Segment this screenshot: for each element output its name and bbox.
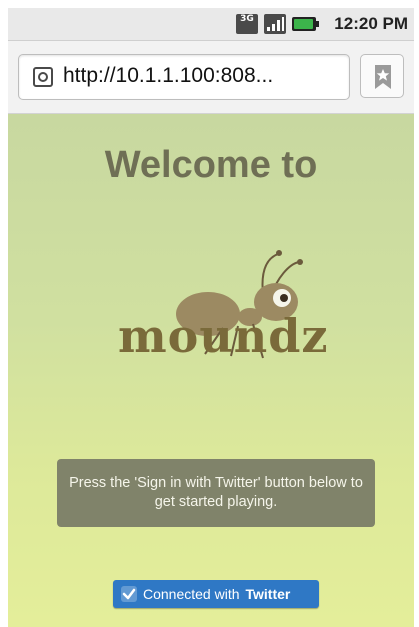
bookmark-button[interactable] <box>360 54 404 98</box>
twitter-connect-button[interactable]: Connected with Twitter <box>113 580 319 608</box>
battery-icon <box>292 17 319 31</box>
url-text: http://10.1.1.100:808... <box>63 64 274 87</box>
site-globe-icon <box>33 67 53 87</box>
status-time: 12:20 PM <box>334 14 408 33</box>
signal-icon <box>264 14 286 34</box>
twitter-button-prefix: Connected with <box>143 586 240 602</box>
moundz-logo-text: moundz <box>118 309 329 363</box>
check-icon <box>121 586 137 602</box>
bookmark-star-icon <box>375 65 391 89</box>
instruction-text: Press the 'Sign in with Twitter' button … <box>69 475 363 510</box>
status-bar: 3G 12:20 PM <box>8 8 414 41</box>
status-icons: 3G <box>236 14 319 34</box>
web-content: Welcome to moundz Press the 'Sign in wit… <box>8 114 414 627</box>
twitter-button-brand: Twitter <box>245 586 291 602</box>
instruction-box: Press the 'Sign in with Twitter' button … <box>57 459 375 527</box>
url-field[interactable]: http://10.1.1.100:808... <box>18 54 350 100</box>
browser-url-bar: http://10.1.1.100:808... <box>8 41 414 114</box>
3g-icon: 3G <box>236 14 258 34</box>
phone-screen: 3G 12:20 PM http://10.1.1.100:808... Wel… <box>8 8 414 627</box>
welcome-heading: Welcome to <box>104 144 318 186</box>
